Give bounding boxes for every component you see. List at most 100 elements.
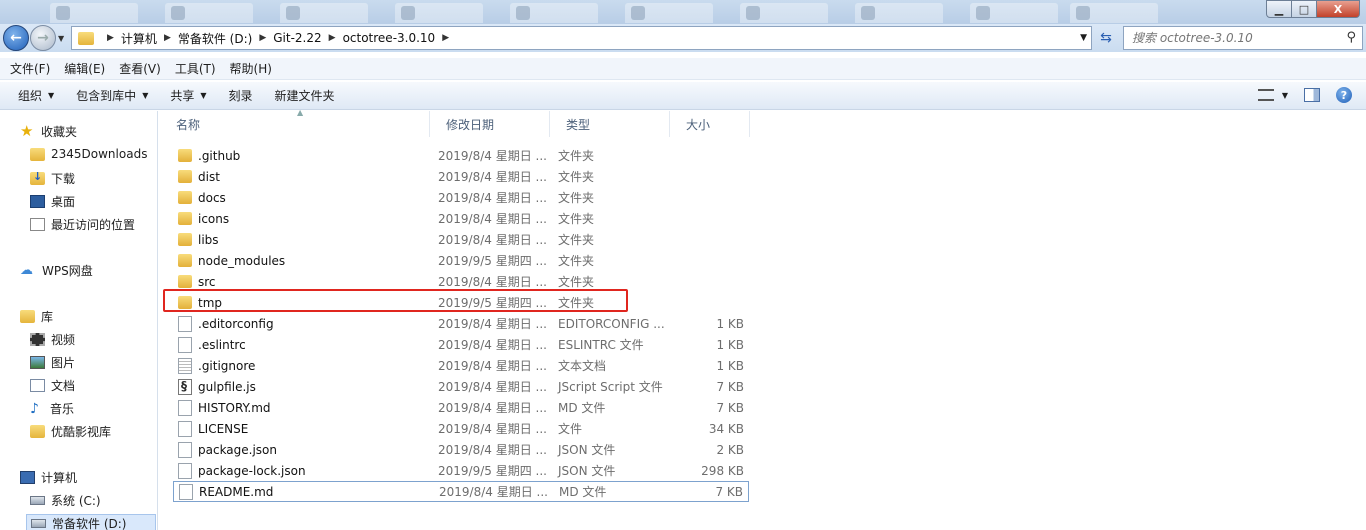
file-icon — [178, 399, 192, 416]
breadcrumb-git[interactable]: Git-2.22 — [273, 31, 321, 45]
include-label: 包含到库中 — [76, 89, 137, 103]
forward-button[interactable]: → — [30, 25, 56, 51]
maximize-button[interactable]: □ — [1291, 0, 1317, 18]
column-header-type[interactable]: 类型 — [550, 111, 670, 137]
file-name-cell[interactable]: .eslintrc — [178, 336, 246, 353]
file-name-cell[interactable]: README.md — [179, 483, 273, 500]
menu-tools[interactable]: 工具(T) — [175, 60, 216, 77]
taskbar-tab[interactable] — [855, 3, 943, 23]
file-name-cell[interactable]: .github — [178, 149, 240, 163]
file-name-cell[interactable]: dist — [178, 170, 220, 184]
file-row[interactable]: HISTORY.md 2019/8/4 星期日 ... MD 文件 7 KB — [173, 397, 749, 418]
close-button[interactable]: X — [1316, 0, 1360, 18]
breadcrumb-octotree[interactable]: octotree-3.0.10 — [343, 31, 436, 45]
taskbar-tab[interactable] — [165, 3, 253, 23]
sidebar-item-music[interactable]: ♪ 音乐 — [30, 400, 74, 417]
chevron-right-icon[interactable]: ▶ — [442, 33, 449, 43]
organize-button[interactable]: 组织 ▼ — [18, 87, 54, 104]
taskbar-tab[interactable] — [740, 3, 828, 23]
file-name-cell[interactable]: node_modules — [178, 254, 285, 268]
column-header-name[interactable]: ▲ 名称 — [160, 108, 430, 137]
sidebar-group-computer[interactable]: 计算机 — [20, 469, 77, 486]
file-row[interactable]: package-lock.json 2019/9/5 星期四 ... JSON 文件… — [173, 460, 749, 481]
file-name-cell[interactable]: icons — [178, 212, 229, 226]
file-name: LICENSE — [198, 421, 249, 436]
menu-file[interactable]: 文件(F) — [10, 60, 50, 77]
sidebar-item-pictures[interactable]: 图片 — [30, 354, 75, 371]
sidebar-item-drive-c[interactable]: 系统 (C:) — [30, 492, 101, 509]
change-view-button[interactable]: ▼ — [1257, 89, 1288, 101]
address-dropdown-icon[interactable]: ▼ — [1080, 33, 1087, 43]
menu-view[interactable]: 查看(V) — [119, 60, 161, 77]
share-button[interactable]: 共享 ▼ — [170, 87, 206, 104]
file-row[interactable]: .editorconfig 2019/8/4 星期日 ... EDITORCONFI… — [173, 313, 749, 334]
file-name-cell[interactable]: gulpfile.js — [178, 378, 256, 395]
sidebar-item-recent-places[interactable]: 最近访问的位置 — [30, 216, 135, 233]
search-box[interactable]: ⚲ — [1123, 26, 1363, 50]
minimize-button[interactable]: ▁ — [1266, 0, 1292, 18]
file-name-cell[interactable]: HISTORY.md — [178, 399, 271, 416]
taskbar-tab[interactable] — [395, 3, 483, 23]
new-folder-button[interactable]: 新建文件夹 — [275, 87, 335, 104]
file-date: 2019/8/4 星期日 ... — [438, 191, 547, 205]
search-input[interactable] — [1132, 31, 1342, 45]
taskbar-tab[interactable] — [510, 3, 598, 23]
include-in-library-button[interactable]: 包含到库中 ▼ — [76, 87, 148, 104]
taskbar-tab[interactable] — [1070, 3, 1158, 23]
taskbar-tab[interactable] — [280, 3, 368, 23]
file-row[interactable]: icons 2019/8/4 星期日 ... 文件夹 — [173, 208, 749, 229]
file-row[interactable]: .github 2019/8/4 星期日 ... 文件夹 — [173, 145, 749, 166]
taskbar-tab[interactable] — [625, 3, 713, 23]
file-row[interactable]: docs 2019/8/4 星期日 ... 文件夹 — [173, 187, 749, 208]
burn-button[interactable]: 刻录 — [229, 87, 253, 104]
file-name-cell[interactable]: src — [178, 275, 216, 289]
breadcrumb-computer[interactable]: 计算机 — [121, 30, 157, 47]
sidebar-item-youku[interactable]: 优酷影视库 — [30, 423, 111, 440]
column-header-date[interactable]: 修改日期 — [430, 111, 550, 137]
preview-pane-icon[interactable] — [1304, 88, 1320, 102]
file-name-cell[interactable]: .gitignore — [178, 357, 255, 374]
sidebar-item-drive-d[interactable]: 常备软件 (D:) — [26, 514, 156, 530]
file-row[interactable]: node_modules 2019/9/5 星期四 ... 文件夹 — [173, 250, 749, 271]
file-row[interactable]: dist 2019/8/4 星期日 ... 文件夹 — [173, 166, 749, 187]
file-row[interactable]: LICENSE 2019/8/4 星期日 ... 文件 34 KB — [173, 418, 749, 439]
sidebar-group-favorites[interactable]: ★ 收藏夹 — [20, 123, 77, 140]
sidebar-item-2345downloads[interactable]: 2345Downloads — [30, 147, 147, 161]
chevron-right-icon[interactable]: ▶ — [259, 33, 266, 43]
sidebar-item-desktop[interactable]: 桌面 — [30, 193, 75, 210]
drive-icon — [31, 519, 46, 528]
file-row[interactable]: .eslintrc 2019/8/4 星期日 ... ESLINTRC 文件 1 KB — [173, 334, 749, 355]
file-name-cell[interactable]: libs — [178, 233, 219, 247]
file-row[interactable]: libs 2019/8/4 星期日 ... 文件夹 — [173, 229, 749, 250]
breadcrumb-drive-d[interactable]: 常备软件 (D:) — [178, 30, 252, 47]
menu-help[interactable]: 帮助(H) — [230, 60, 272, 77]
file-name-cell[interactable]: LICENSE — [178, 420, 249, 437]
chevron-right-icon[interactable]: ▶ — [164, 33, 171, 43]
file-name-cell[interactable]: package-lock.json — [178, 462, 306, 479]
taskbar-tab[interactable] — [970, 3, 1058, 23]
file-row[interactable]: .gitignore 2019/8/4 星期日 ... 文本文档 1 KB — [173, 355, 749, 376]
back-button[interactable]: ← — [3, 25, 29, 51]
taskbar-tab[interactable] — [50, 3, 138, 23]
sidebar-item-documents[interactable]: 文档 — [30, 377, 75, 394]
menu-edit[interactable]: 编辑(E) — [64, 60, 105, 77]
chevron-right-icon[interactable]: ▶ — [107, 33, 114, 43]
file-name-cell[interactable]: .editorconfig — [178, 315, 274, 332]
column-header-size[interactable]: 大小 — [670, 111, 750, 137]
file-row[interactable]: package.json 2019/8/4 星期日 ... JSON 文件 2 KB — [173, 439, 749, 460]
file-name-cell[interactable]: package.json — [178, 441, 277, 458]
search-icon[interactable]: ⚲ — [1346, 30, 1356, 45]
sidebar-item-downloads[interactable]: 下载 — [30, 170, 75, 187]
sidebar-item-videos[interactable]: 视频 — [30, 331, 75, 348]
sidebar-group-libraries[interactable]: 库 — [20, 308, 53, 325]
file-row[interactable]: README.md 2019/8/4 星期日 ... MD 文件 7 KB — [173, 481, 749, 502]
recent-pages-dropdown-icon[interactable]: ▼ — [58, 34, 64, 43]
chevron-right-icon[interactable]: ▶ — [329, 33, 336, 43]
sidebar-group-wps-cloud[interactable]: ☁ WPS网盘 — [20, 262, 93, 279]
folder-icon — [178, 254, 192, 267]
help-icon[interactable]: ? — [1336, 87, 1352, 103]
refresh-button[interactable]: ⇆ — [1094, 26, 1118, 50]
address-bar[interactable]: ▶ 计算机 ▶ 常备软件 (D:) ▶ Git-2.22 ▶ octotree-… — [71, 26, 1092, 50]
file-row[interactable]: gulpfile.js 2019/8/4 星期日 ... JScript Scrip… — [173, 376, 749, 397]
file-name-cell[interactable]: docs — [178, 191, 226, 205]
